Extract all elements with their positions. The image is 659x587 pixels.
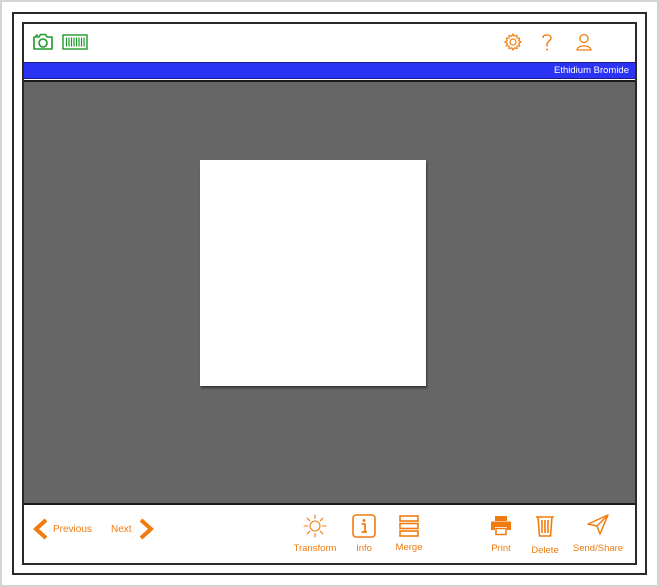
image-viewer[interactable] xyxy=(24,80,635,505)
layers-icon xyxy=(399,515,419,537)
image-title: Ethidium Bromide xyxy=(554,65,629,76)
camera-icon[interactable] xyxy=(32,32,54,52)
send-share-label: Send/Share xyxy=(572,543,624,554)
merge-button[interactable]: Merge xyxy=(374,513,444,561)
barcode-icon[interactable] xyxy=(62,32,88,52)
previous-button[interactable]: Previous xyxy=(32,517,92,541)
trash-icon xyxy=(536,516,554,537)
chevron-right-icon xyxy=(139,518,154,540)
send-share-button[interactable]: Send/Share xyxy=(563,513,633,561)
user-icon[interactable] xyxy=(575,32,593,52)
chevron-left-icon xyxy=(33,518,48,540)
next-button[interactable]: Next xyxy=(111,517,155,541)
title-bar: Ethidium Bromide xyxy=(24,62,635,79)
send-icon xyxy=(587,514,609,535)
image-preview[interactable] xyxy=(200,160,426,386)
help-icon[interactable] xyxy=(540,32,554,52)
gear-icon[interactable] xyxy=(503,32,523,52)
bottom-toolbar: Previous Next Transform Info Merge Print… xyxy=(24,507,635,563)
top-toolbar xyxy=(24,24,635,60)
merge-label: Merge xyxy=(395,542,423,553)
next-label: Next xyxy=(111,523,132,535)
previous-label: Previous xyxy=(53,523,92,535)
sun-icon xyxy=(303,514,327,538)
